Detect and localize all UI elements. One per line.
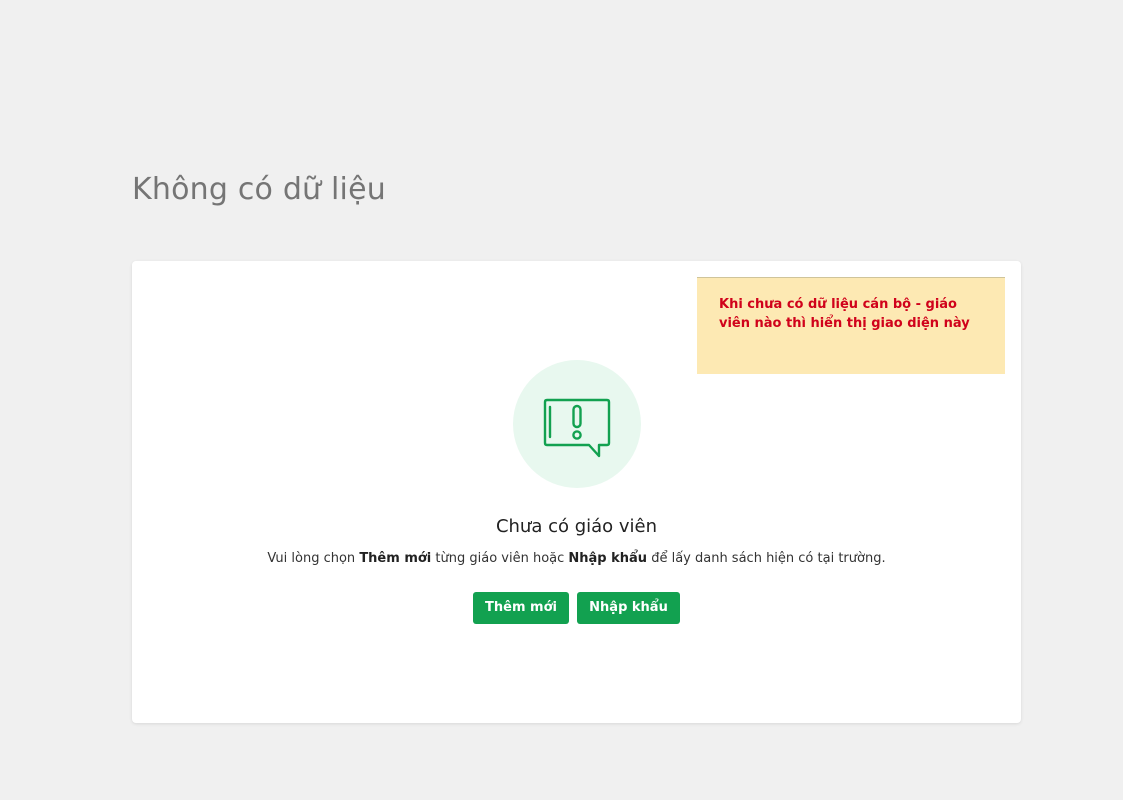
page-title: Không có dữ liệu [132,172,386,207]
empty-state-description-text: Vui lòng chọn [267,551,360,566]
empty-state-description-bold-import: Nhập khẩu [568,551,648,566]
add-new-button[interactable]: Thêm mới [473,592,569,624]
empty-state-title: Chưa có giáo viên [495,516,658,537]
empty-state-card: Khi chưa có dữ liệu cán bộ - giáo viên n… [132,261,1021,723]
empty-state-description-bold-add: Thêm mới [359,551,432,566]
empty-state-description-text: từng giáo viên hoặc [431,551,569,566]
empty-state-description: Vui lòng chọn Thêm mới từng giáo viên ho… [132,551,1021,566]
annotation-note: Khi chưa có dữ liệu cán bộ - giáo viên n… [697,277,1005,374]
import-button[interactable]: Nhập khẩu [577,592,680,624]
empty-state-icon-circle [513,360,641,488]
message-alert-icon [543,398,611,458]
empty-state-description-text: để lấy danh sách hiện có tại trường. [647,551,886,566]
annotation-note-text: Khi chưa có dữ liệu cán bộ - giáo viên n… [719,297,970,331]
